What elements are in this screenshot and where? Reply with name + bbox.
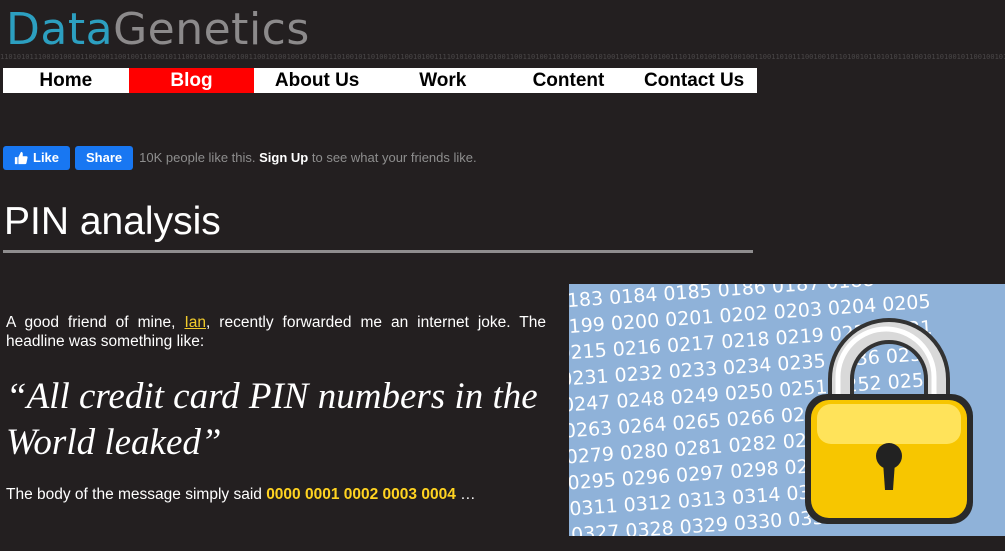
nav-item-content[interactable]: Content: [506, 68, 632, 93]
nav-item-home[interactable]: Home: [3, 68, 129, 93]
intro-text-before: A good friend of mine,: [6, 314, 185, 331]
logo-part-data: Data: [6, 4, 114, 55]
main-nav: Home Blog About Us Work Content Contact Us: [3, 68, 757, 93]
share-label: Share: [86, 150, 123, 165]
facebook-social-text: 10K people like this. Sign Up to see wha…: [139, 150, 476, 165]
like-count-text: 10K people like this.: [139, 150, 256, 165]
body-text-after: …: [455, 486, 476, 503]
title-divider: [3, 250, 753, 253]
facebook-widget: Like Share 10K people like this. Sign Up…: [3, 145, 477, 170]
thumbs-up-icon: [14, 151, 28, 164]
facebook-signup-link[interactable]: Sign Up: [259, 150, 308, 165]
site-logo[interactable]: DataGenetics: [6, 2, 310, 58]
pin-padlock-image: 0183 0184 0185 0186 0187 0188 0199 0200 0…: [569, 284, 1005, 536]
pin-sequence: 0000 0001 0002 0003 0004: [266, 486, 456, 503]
facebook-like-button[interactable]: Like: [3, 145, 71, 170]
intro-paragraph: A good friend of mine, Ian, recently for…: [6, 313, 546, 351]
page-title: PIN analysis: [4, 200, 221, 243]
binary-decoration: 1101010111001010010110010011001001101001…: [0, 53, 1005, 61]
body-paragraph: The body of the message simply said 0000…: [6, 486, 476, 504]
body-text-before: The body of the message simply said: [6, 486, 267, 503]
nav-item-blog[interactable]: Blog: [128, 68, 255, 93]
nav-item-about-us[interactable]: About Us: [254, 68, 380, 93]
nav-item-contact-us[interactable]: Contact Us: [631, 68, 757, 93]
facebook-share-button[interactable]: Share: [75, 145, 134, 170]
like-label: Like: [33, 150, 60, 165]
logo-part-genetics: Genetics: [113, 4, 310, 55]
headline-quote: “All credit card PIN numbers in the Worl…: [6, 376, 538, 463]
ian-link[interactable]: Ian: [184, 314, 206, 331]
nav-item-work[interactable]: Work: [380, 68, 506, 93]
facebook-suffix-text: to see what your friends like.: [308, 150, 477, 165]
